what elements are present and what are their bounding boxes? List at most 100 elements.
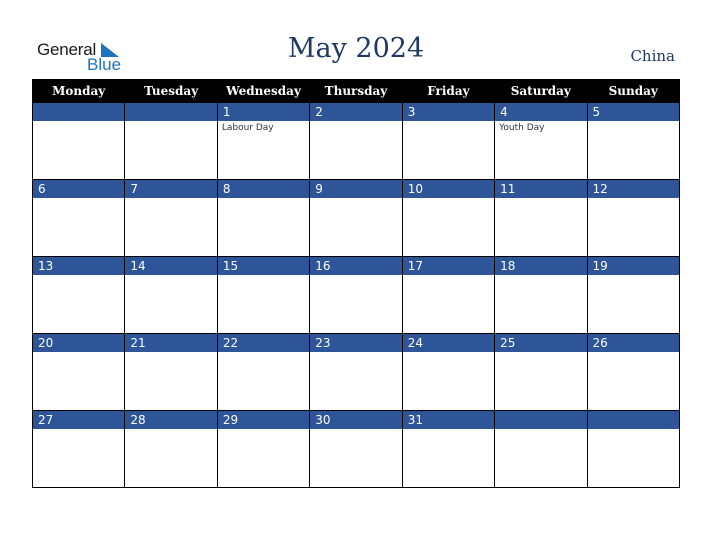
calendar-grid: Monday Tuesday Wednesday Thursday Friday…: [31, 79, 681, 488]
day-cell[interactable]: 5: [586, 102, 681, 180]
holiday-label: [33, 121, 124, 123]
day-cell[interactable]: 3: [401, 102, 496, 180]
day-cell[interactable]: 13: [31, 256, 126, 334]
holiday-label: [218, 352, 309, 354]
day-cell[interactable]: 21: [124, 333, 218, 411]
day-cell[interactable]: 25: [494, 333, 588, 411]
day-number: 17: [402, 257, 495, 275]
day-cell[interactable]: 10: [401, 179, 496, 257]
day-cell[interactable]: 28: [124, 410, 218, 488]
holiday-label: [495, 198, 586, 200]
weekday-header: Sunday: [586, 79, 681, 103]
day-cell[interactable]: 27: [31, 410, 126, 488]
day-cell[interactable]: 17: [401, 256, 496, 334]
day-number: 22: [217, 334, 310, 352]
holiday-label: [33, 429, 124, 431]
day-number: [495, 411, 587, 429]
holiday-label: [218, 198, 309, 200]
day-number: 30: [310, 411, 402, 429]
week-row: 13 14 15 16 17 18 19: [31, 256, 681, 334]
holiday-label: Youth Day: [499, 123, 545, 133]
holiday-label: [125, 429, 216, 431]
week-row: 20 21 22 23 24 25 26: [31, 333, 681, 411]
weekday-header: Saturday: [494, 79, 588, 103]
day-number: 8: [217, 180, 310, 198]
holiday-label: [403, 275, 494, 277]
day-cell[interactable]: 8: [216, 179, 311, 257]
day-cell[interactable]: 16: [309, 256, 403, 334]
day-number: 4: [495, 103, 587, 121]
day-number: 18: [495, 257, 587, 275]
holiday-label: Labour Day: [221, 123, 274, 133]
day-number: 12: [587, 180, 679, 198]
day-number: 5: [587, 103, 679, 121]
week-row: 1 Labour Day 2 3 4 Youth Day 5: [31, 102, 681, 180]
day-cell[interactable]: 15: [216, 256, 311, 334]
day-number: 23: [310, 334, 402, 352]
day-cell[interactable]: 19: [586, 256, 681, 334]
day-number: 2: [310, 103, 402, 121]
day-number: 3: [402, 103, 495, 121]
holiday-label: [403, 198, 494, 200]
day-cell[interactable]: 1 Labour Day: [216, 102, 311, 180]
holiday-label: [125, 352, 216, 354]
day-cell[interactable]: 11: [494, 179, 588, 257]
weekday-header: Thursday: [309, 79, 403, 103]
day-cell[interactable]: 4 Youth Day: [494, 102, 588, 180]
day-cell[interactable]: 23: [309, 333, 403, 411]
holiday-label: [125, 198, 216, 200]
week-row: 27 28 29 30 31: [31, 410, 681, 488]
holiday-label: [495, 275, 586, 277]
holiday-label: [218, 429, 309, 431]
holiday-label: [588, 275, 679, 277]
weekday-header: Wednesday: [216, 79, 311, 103]
day-cell[interactable]: 20: [31, 333, 126, 411]
holiday-label: [218, 275, 309, 277]
weekday-header-row: Monday Tuesday Wednesday Thursday Friday…: [31, 79, 681, 103]
day-number: 15: [217, 257, 310, 275]
day-cell[interactable]: 24: [401, 333, 496, 411]
holiday-label: [588, 121, 679, 123]
day-number: 9: [310, 180, 402, 198]
holiday-label: [588, 429, 679, 431]
country-label: China: [630, 47, 675, 65]
day-number: 7: [125, 180, 217, 198]
page-title: May 2024: [287, 33, 425, 64]
weekday-header: Tuesday: [124, 79, 218, 103]
day-cell[interactable]: 30: [309, 410, 403, 488]
day-number: 21: [125, 334, 217, 352]
day-number: 25: [495, 334, 587, 352]
day-number: 29: [217, 411, 310, 429]
day-cell[interactable]: 14: [124, 256, 218, 334]
holiday-label: [125, 121, 216, 123]
holiday-label: [310, 429, 401, 431]
day-cell[interactable]: [494, 410, 588, 488]
day-number: 20: [33, 334, 125, 352]
day-cell[interactable]: 12: [586, 179, 681, 257]
day-cell[interactable]: [31, 102, 126, 180]
holiday-label: [310, 275, 401, 277]
holiday-label: [33, 198, 124, 200]
holiday-label: [495, 429, 586, 431]
day-number: 24: [402, 334, 495, 352]
day-cell[interactable]: 9: [309, 179, 403, 257]
holiday-label: [310, 198, 401, 200]
holiday-label: [495, 352, 586, 354]
day-number: 6: [33, 180, 125, 198]
holiday-label: [403, 429, 494, 431]
holiday-label: [403, 352, 494, 354]
day-cell[interactable]: 18: [494, 256, 588, 334]
day-cell[interactable]: 31: [401, 410, 496, 488]
day-cell[interactable]: 26: [586, 333, 681, 411]
weekday-header: Monday: [31, 79, 126, 103]
day-cell[interactable]: [124, 102, 218, 180]
day-number: 10: [402, 180, 495, 198]
day-number: 26: [587, 334, 679, 352]
day-cell[interactable]: 6: [31, 179, 126, 257]
day-cell[interactable]: 7: [124, 179, 218, 257]
day-cell[interactable]: 29: [216, 410, 311, 488]
day-cell[interactable]: 22: [216, 333, 311, 411]
day-cell[interactable]: [586, 410, 681, 488]
day-cell[interactable]: 2: [309, 102, 403, 180]
day-number: 28: [125, 411, 217, 429]
